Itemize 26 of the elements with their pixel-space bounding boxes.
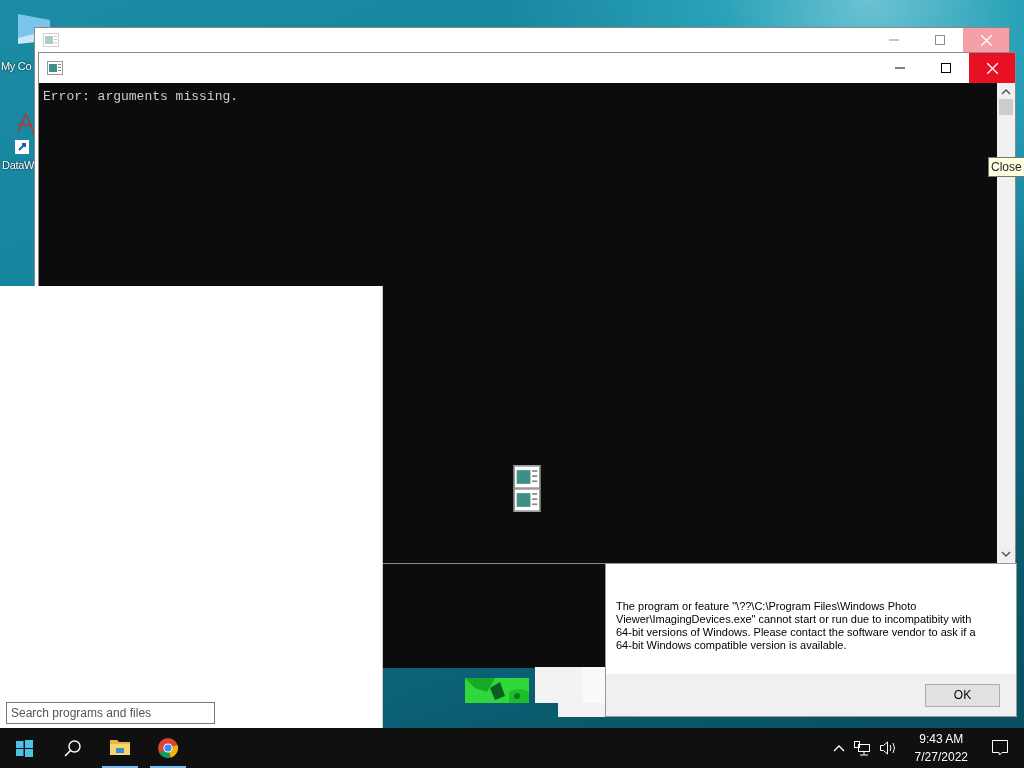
browser-icon <box>157 737 179 759</box>
time-text: 9:43 AM <box>918 731 965 748</box>
tooltip: Close <box>988 157 1024 177</box>
chat-bubble-icon <box>991 739 1009 757</box>
window-icon[interactable] <box>512 488 542 512</box>
scroll-thumb[interactable] <box>999 99 1013 115</box>
close-icon <box>986 62 998 74</box>
maximize-icon <box>935 35 945 45</box>
console-text: Error: arguments missing. <box>42 88 240 106</box>
close-icon <box>980 34 992 46</box>
search-icon <box>63 739 81 757</box>
network-icon[interactable] <box>852 740 871 756</box>
date-text: 7/27/2022 <box>914 749 968 766</box>
ok-button[interactable]: OK <box>925 683 1000 707</box>
maximize-icon <box>941 63 951 73</box>
chevron-up-icon[interactable] <box>832 744 845 752</box>
search-field[interactable]: Search programs and files <box>6 702 215 724</box>
icon-label[interactable]: DataW <box>2 159 35 172</box>
window-icon[interactable] <box>512 465 542 489</box>
windows-icon <box>15 739 33 757</box>
window-icon <box>47 61 63 75</box>
dialog-message: The program or feature "\??\C:\Program Files\Windows Photo Viewer\ImagingDevices.exe" cannot start or run due to incompatibity with 64-bit versions of Windows. Please contact the software vendor to ask if a 64-bit Windows compatible version is available. <box>606 564 1016 674</box>
scroll-up-icon[interactable] <box>1001 88 1011 96</box>
scroll-down-icon[interactable] <box>1001 550 1011 558</box>
icon-label[interactable]: My Co <box>1 60 32 73</box>
window-icon <box>43 33 59 47</box>
